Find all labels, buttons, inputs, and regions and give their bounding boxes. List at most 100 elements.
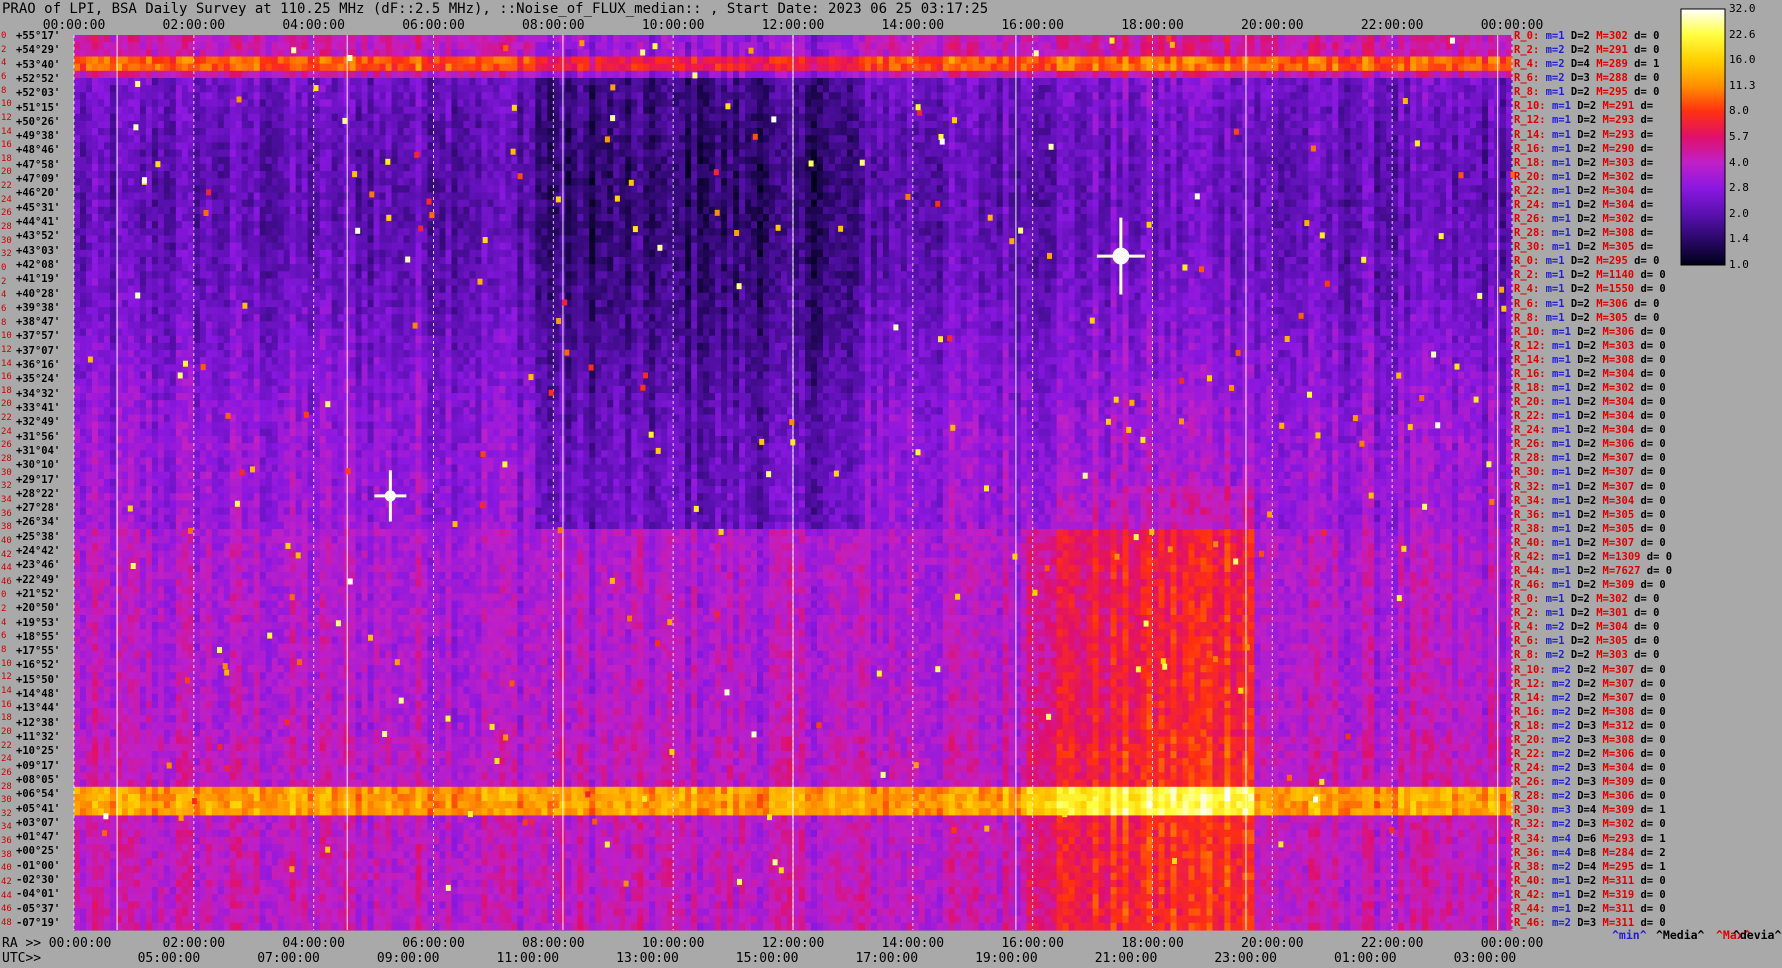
heatmap-cell: [847, 49, 854, 57]
heatmap-cell: [1296, 85, 1303, 93]
heatmap-cell: [985, 85, 992, 93]
heatmap-cell: [248, 64, 255, 72]
heatmap-cell: [332, 78, 339, 86]
heatmap-cell: [1248, 71, 1255, 79]
heatmap-cell: [1488, 85, 1495, 93]
heatmap-cell: [1141, 49, 1148, 57]
heatmap-cell: [1212, 71, 1219, 79]
heatmap-cell: [104, 78, 111, 86]
heatmap-cell: [1434, 56, 1441, 64]
heatmap-cell: [1326, 71, 1333, 79]
heatmap-cell: [451, 99, 458, 107]
heatmap-cell: [1380, 56, 1387, 64]
heatmap-cell: [751, 92, 758, 100]
heatmap-cell: [392, 92, 399, 100]
heatmap-cell: [1135, 71, 1142, 79]
heatmap-cell: [272, 49, 279, 57]
heatmap-cell: [1200, 49, 1207, 57]
heatmap-cell: [128, 92, 135, 100]
heatmap-cell: [1164, 56, 1171, 64]
heatmap-cell: [733, 49, 740, 57]
heatmap-cell: [1194, 85, 1201, 93]
heatmap-cell: [703, 78, 710, 86]
heatmap-cell: [1200, 42, 1207, 50]
heatmap-cell: [715, 64, 722, 72]
heatmap-cell: [487, 49, 494, 57]
heatmap-cell: [721, 35, 728, 43]
heatmap-cell: [1194, 92, 1201, 100]
heatmap-cell: [805, 78, 812, 86]
heatmap-cell: [775, 99, 782, 107]
heatmap-cell: [1224, 85, 1231, 93]
heatmap-cell: [721, 85, 728, 93]
heatmap-cell: [1051, 56, 1058, 64]
heatmap-cell: [1158, 71, 1165, 79]
heatmap-cell: [715, 85, 722, 93]
heatmap-cell: [733, 99, 740, 107]
heatmap-cell: [535, 49, 542, 57]
heatmap-cell: [1488, 71, 1495, 79]
heatmap-cell: [248, 85, 255, 93]
heatmap-cell: [434, 71, 441, 79]
heatmap-cell: [985, 64, 992, 72]
heatmap-cell: [134, 56, 141, 64]
heatmap-cell: [212, 99, 219, 107]
heatmap-cell: [793, 78, 800, 86]
heatmap-cell: [475, 35, 482, 43]
heatmap-cell: [146, 92, 153, 100]
heatmap-cell: [529, 92, 536, 100]
heatmap-cell: [1003, 49, 1010, 57]
heatmap-cell: [1368, 56, 1375, 64]
heatmap-cell: [1021, 64, 1028, 72]
heatmap-cell: [1093, 64, 1100, 72]
heatmap-cell: [619, 35, 626, 43]
heatmap-cell: [757, 64, 764, 72]
heatmap-cell: [1039, 56, 1046, 64]
heatmap-cell: [1320, 71, 1327, 79]
heatmap-cell: [811, 85, 818, 93]
heatmap-cell: [871, 85, 878, 93]
heatmap-cell: [595, 85, 602, 93]
heatmap-cell: [853, 64, 860, 72]
heatmap-cell: [871, 92, 878, 100]
heatmap-cell: [487, 42, 494, 50]
heatmap-cell: [1260, 85, 1267, 93]
heatmap-cell: [1063, 35, 1070, 43]
heatmap-cell: [254, 35, 261, 43]
heatmap-cell: [715, 49, 722, 57]
heatmap-cell: [1153, 78, 1160, 86]
heatmap-cell: [1422, 78, 1429, 86]
heatmap-cell: [511, 71, 518, 79]
heatmap-cell: [164, 35, 171, 43]
heatmap-cell: [302, 35, 309, 43]
heatmap-cell: [98, 99, 105, 107]
heatmap-cell: [284, 85, 291, 93]
heatmap-cell: [218, 78, 225, 86]
heatmap-cell: [242, 78, 249, 86]
heatmap-cell: [206, 42, 213, 50]
heatmap-cell: [919, 42, 926, 50]
heatmap-cell: [775, 85, 782, 93]
heatmap-cell: [583, 85, 590, 93]
heatmap-cell: [1158, 78, 1165, 86]
heatmap-cell: [284, 42, 291, 50]
heatmap-cell: [164, 92, 171, 100]
heatmap-cell: [775, 35, 782, 43]
heatmap-cell: [565, 71, 572, 79]
heatmap-cell: [913, 71, 920, 79]
heatmap-cell: [1081, 85, 1088, 93]
heatmap-cell: [913, 49, 920, 57]
heatmap-cell: [1218, 42, 1225, 50]
heatmap-cell: [961, 49, 968, 57]
heatmap-cell: [122, 49, 129, 57]
heatmap-cell: [218, 49, 225, 57]
heatmap-cell: [134, 64, 141, 72]
heatmap-cell: [290, 56, 297, 64]
heatmap-cell: [242, 64, 249, 72]
heatmap-cell: [1236, 85, 1243, 93]
heatmap-cell: [913, 85, 920, 93]
heatmap-cell: [104, 92, 111, 100]
heatmap-cell: [709, 99, 716, 107]
heatmap-cell: [859, 42, 866, 50]
heatmap-cell: [1350, 56, 1357, 64]
